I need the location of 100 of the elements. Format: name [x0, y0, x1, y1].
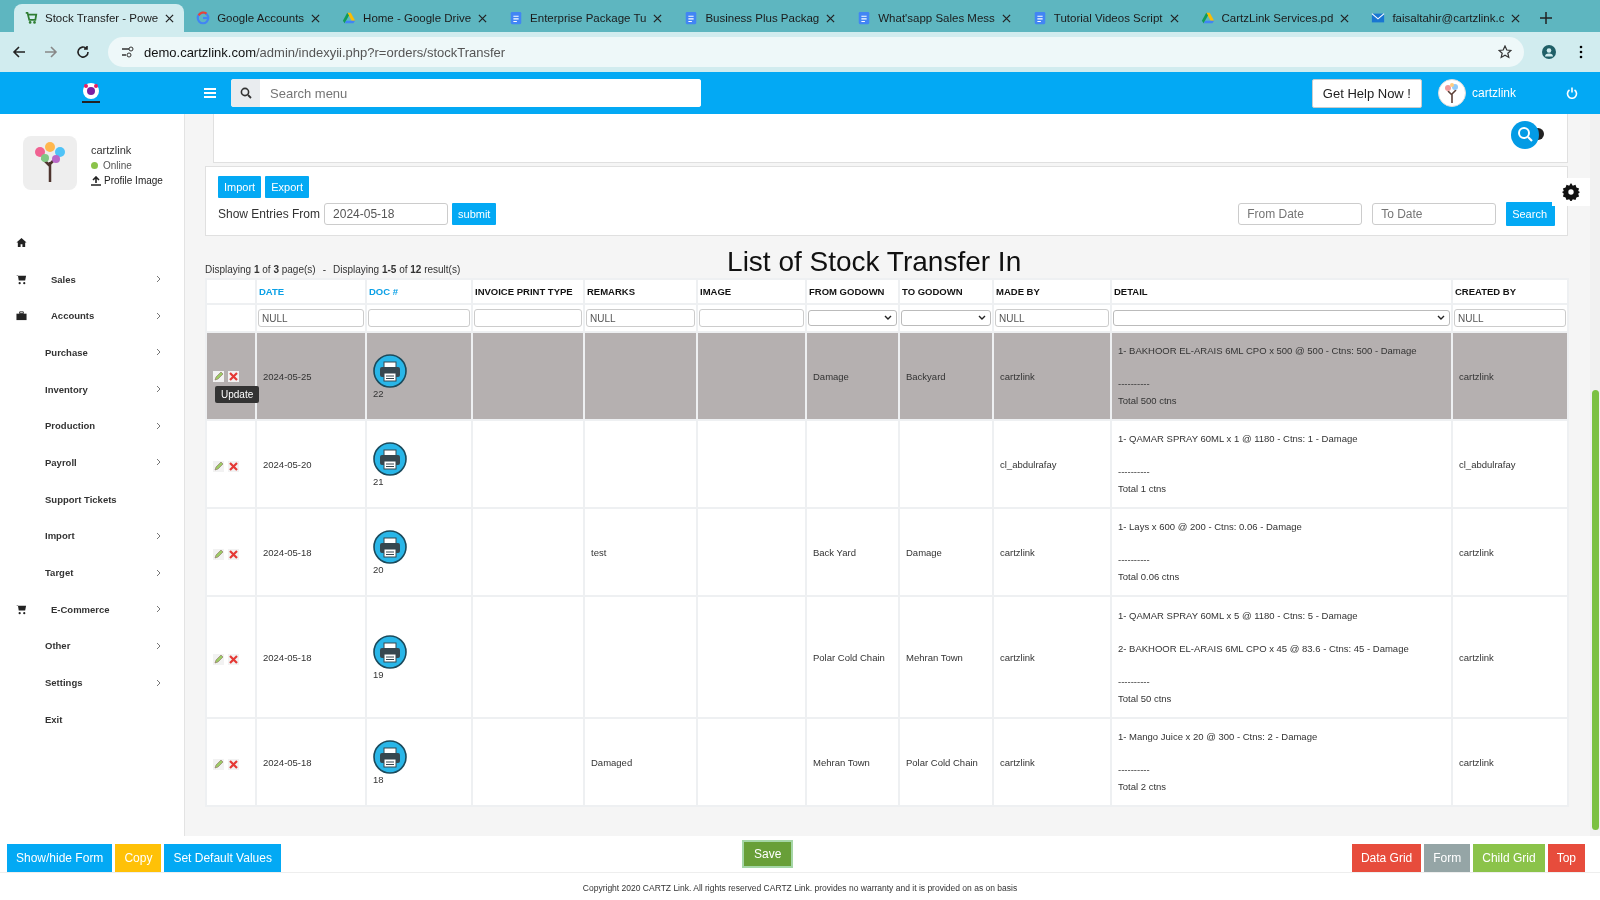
filter-field[interactable]: NULL [995, 309, 1109, 327]
drive-icon [342, 11, 357, 25]
table-row[interactable]: Update 2024-05-25 22 Damage Backyard cartzlink 1- BAKHOOR EL-ARAIS 6ML CPO x 500 @ 500 - Ctns: 500 - Damage ---------- Total 500 ctns cartzlink [206, 332, 1568, 420]
menu-item[interactable]: E-Commerce [51, 603, 156, 615]
delete-icon[interactable] [228, 653, 239, 665]
filter-field[interactable] [699, 309, 804, 327]
menu-icon[interactable] [204, 87, 216, 99]
menu-item[interactable]: Accounts [51, 310, 156, 322]
menu-item[interactable]: Support Tickets [45, 493, 162, 505]
edit-icon[interactable] [213, 758, 224, 770]
close-icon[interactable] [1169, 13, 1179, 23]
table-cell: cartzlink [1459, 651, 1494, 663]
close-icon[interactable] [1001, 13, 1011, 23]
search-icon[interactable] [239, 87, 252, 99]
action-button[interactable]: Data Grid [1351, 844, 1422, 872]
from-date-field[interactable]: From Date [1238, 203, 1363, 225]
power-icon[interactable] [1566, 87, 1578, 99]
document-icon [857, 11, 872, 25]
settings-button[interactable] [1552, 178, 1590, 206]
browser-tab[interactable]: Stock Transfer - Powe [14, 4, 185, 32]
user-name: cartzlink [91, 144, 133, 156]
table-cell-text: 19 [373, 668, 385, 680]
menu-item[interactable]: Target [45, 567, 156, 579]
menu-item[interactable]: Import [45, 530, 156, 542]
printer-icon[interactable] [373, 634, 407, 669]
profile-icon[interactable] [1542, 45, 1556, 59]
address-bar[interactable]: demo.cartzlink.com/admin/indexyii.php?r=orders/stockTransfer [108, 37, 1524, 67]
caret-icon [884, 315, 892, 321]
filter-field[interactable]: NULL [586, 309, 695, 327]
site-settings-icon[interactable] [120, 45, 134, 59]
filter-field[interactable]: NULL [1454, 309, 1566, 327]
browser-tab[interactable]: faisaltahir@cartzlink.c [1361, 4, 1531, 32]
avatar-icon[interactable] [1438, 79, 1466, 107]
help-button[interactable]: Get Help Now ! [1311, 78, 1422, 108]
menu-item[interactable]: Other [45, 640, 156, 652]
filter-field[interactable] [368, 309, 470, 327]
star-icon[interactable] [1498, 45, 1512, 59]
delete-icon[interactable] [228, 548, 239, 560]
table-row[interactable]: 2024-05-18 19 Polar Cold Chain Mehran Town cartzlink 1- QAMAR SPRAY 60ML x 5 @ 1180 - Ctns: 5 - Damage 2- BAKHOOR EL-ARAIS 6ML CPO x 45 @ 83.6 - Ctns: 45 - Damage ---------- Total 50 ctns cartzlink [206, 596, 1568, 718]
table-row[interactable]: 2024-05-18 20 test Back Yard Damage cartzlink 1- Lays x 600 @ 200 - Ctns: 0.06 - Damage ---------- Total 0.06 ctns cartzlink [206, 508, 1568, 596]
back-icon[interactable] [12, 45, 26, 59]
edit-icon[interactable] [213, 460, 224, 472]
close-icon[interactable] [1340, 13, 1350, 23]
detail-separator: ---------- [1118, 377, 1151, 391]
printer-icon[interactable] [373, 529, 407, 564]
browser-tab[interactable]: Google Accounts [186, 4, 331, 32]
close-icon[interactable] [653, 13, 663, 23]
menu-item[interactable]: Payroll [45, 456, 156, 468]
menu-item[interactable]: Purchase [45, 346, 156, 358]
document-icon [1032, 11, 1047, 25]
new-tab-icon[interactable] [1540, 12, 1553, 24]
settings-icon[interactable] [1562, 183, 1580, 201]
browser-tab[interactable]: Home - Google Drive [332, 4, 498, 32]
upload-icon[interactable] [91, 175, 101, 186]
detail-total: Total 1 ctns [1118, 482, 1168, 496]
close-icon[interactable] [826, 13, 836, 23]
menu-item[interactable]: Production [45, 420, 156, 432]
browser-tab[interactable]: Enterprise Package Tu [499, 4, 673, 32]
close-icon[interactable] [165, 13, 175, 23]
delete-icon[interactable] [228, 370, 239, 382]
reload-icon[interactable] [76, 45, 90, 59]
edit-icon[interactable] [213, 548, 224, 560]
delete-icon[interactable] [228, 758, 239, 770]
table-row[interactable]: 2024-05-20 21 cl_abdulrafay 1- QAMAR SPRAY 60ML x 1 @ 1180 - Ctns: 1 - Damage ---------- Total 1 ctns cl_abdulrafay [206, 420, 1568, 508]
status-dot [91, 162, 98, 169]
menu-item[interactable]: Inventory [45, 383, 156, 395]
menu-item[interactable]: Exit [45, 713, 162, 725]
close-icon[interactable] [311, 13, 321, 23]
detail-line: 2- BAKHOOR EL-ARAIS 6ML CPO x 45 @ 83.6 - Ctns: 45 - Damage [1118, 641, 1410, 656]
printer-icon[interactable] [373, 739, 407, 774]
browser-tab[interactable]: Tutorial Videos Script [1022, 4, 1189, 32]
to-date-field[interactable]: To Date [1372, 203, 1497, 225]
browser-tab[interactable]: Business Plus Packag [674, 4, 846, 32]
browser-tab[interactable]: CartzLink Services.pd [1190, 4, 1360, 32]
home-icon[interactable] [16, 236, 27, 248]
browser-tab[interactable]: What'sapp Sales Mess [847, 4, 1021, 32]
menu-item[interactable]: Sales [51, 273, 156, 285]
pagination-text: - [322, 264, 326, 275]
filter-field[interactable]: NULL [258, 309, 364, 327]
delete-icon[interactable] [228, 460, 239, 472]
table-row[interactable]: 2024-05-18 18 Damaged Mehran Town Polar Cold Chain cartzlink 1- Mango Juice x 20 @ 300 - Ctns: 2 - Damage ---------- Total 2 ctns cartzlink [206, 718, 1568, 806]
scrollbar[interactable] [1590, 114, 1600, 836]
status-text: Online [103, 160, 132, 171]
close-icon[interactable] [1511, 13, 1521, 23]
action-button[interactable]: Top [1547, 844, 1585, 872]
table-cell: cartzlink [1000, 756, 1035, 768]
search-field[interactable]: Search menu [231, 79, 701, 107]
column-header: IMAGE [700, 286, 732, 297]
table-cell: cl_abdulrafay [1459, 458, 1516, 470]
close-icon[interactable] [478, 13, 488, 23]
detail-line: 1- BAKHOOR EL-ARAIS 6ML CPO x 500 @ 500 - Ctns: 500 - Damage [1118, 344, 1418, 358]
profile-image-link[interactable]: Profile Image [104, 175, 163, 186]
forward-icon[interactable] [44, 45, 58, 59]
printer-icon[interactable] [373, 441, 407, 476]
menu-item[interactable]: Settings [45, 677, 156, 689]
printer-icon[interactable] [373, 353, 407, 388]
date-field[interactable]: 2024-05-18 [324, 203, 449, 225]
edit-icon[interactable] [213, 653, 224, 665]
filter-field[interactable] [474, 309, 582, 327]
search-icon[interactable] [1511, 120, 1545, 150]
